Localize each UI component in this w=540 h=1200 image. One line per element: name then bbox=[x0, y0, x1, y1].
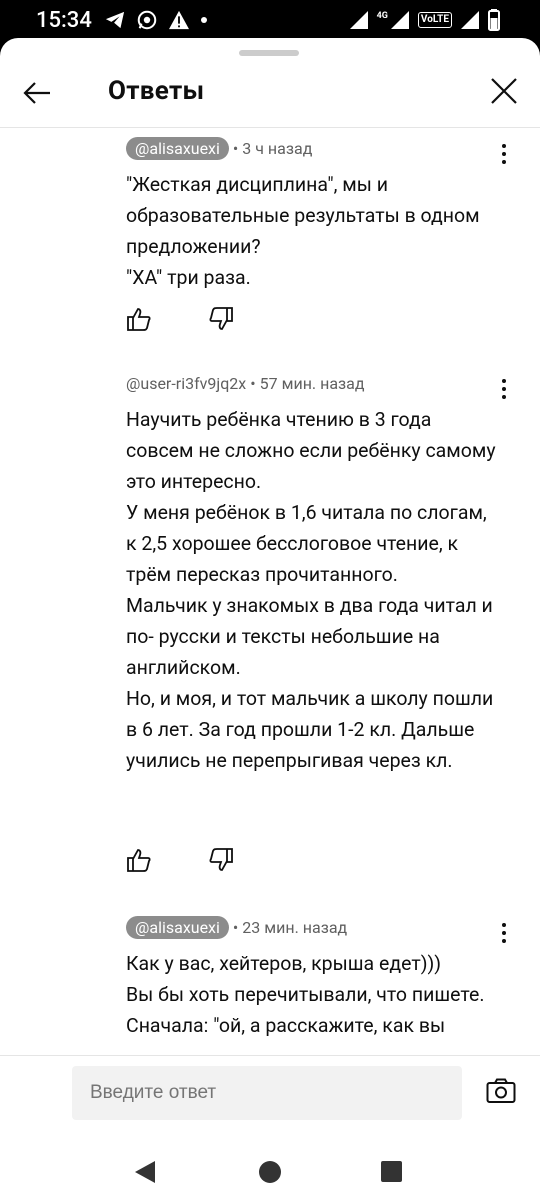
back-arrow-icon[interactable] bbox=[22, 78, 52, 108]
telegram-icon bbox=[105, 11, 125, 29]
reply-input[interactable] bbox=[72, 1066, 462, 1120]
comment-time: 57 мин. назад bbox=[259, 373, 365, 393]
like-icon[interactable] bbox=[126, 306, 152, 332]
header-divider bbox=[0, 127, 540, 128]
author-name[interactable]: @alisaxuexi bbox=[126, 136, 229, 160]
comment-time: 3 ч назад bbox=[242, 138, 313, 158]
replies-sheet: Ответы @alisaxuexi • 3 ч назад "Жесткая … bbox=[0, 38, 540, 1200]
status-bar: 15:34 4G VoLTE bbox=[0, 0, 540, 40]
nav-recents-icon[interactable] bbox=[381, 1161, 402, 1182]
comment-text: "Жесткая дисциплина", мы и образовательн… bbox=[126, 173, 480, 289]
comment-meta: @user-ri3fv9jq2x • 57 мин. назад bbox=[126, 371, 516, 395]
page-title: Ответы bbox=[108, 76, 205, 106]
more-options-icon[interactable] bbox=[502, 379, 506, 403]
nav-back-icon[interactable] bbox=[134, 1160, 156, 1184]
reply-bar bbox=[0, 1055, 540, 1146]
comment-text: Научить ребёнка чтению в 3 года совсем н… bbox=[126, 408, 496, 772]
dot-icon bbox=[201, 17, 207, 23]
sheet-header: Ответы bbox=[0, 56, 540, 128]
signal-icon bbox=[349, 11, 368, 29]
meta-separator: • bbox=[232, 917, 239, 937]
author-name[interactable]: @user-ri3fv9jq2x bbox=[126, 374, 246, 393]
author-name[interactable]: @alisaxuexi bbox=[126, 915, 229, 939]
like-icon[interactable] bbox=[126, 847, 152, 873]
meta-separator: • bbox=[232, 138, 239, 158]
more-options-icon[interactable] bbox=[502, 144, 506, 168]
system-icons: 4G VoLTE bbox=[349, 9, 500, 31]
battery-icon bbox=[488, 9, 500, 31]
comment-item: @user-ri3fv9jq2x • 57 мин. назад Научить… bbox=[126, 371, 516, 872]
signal-icon-2 bbox=[390, 11, 409, 29]
comment-item: @alisaxuexi • 23 мин. назад Как у вас, х… bbox=[126, 915, 516, 1041]
status-time: 15:34 bbox=[36, 8, 92, 33]
comment-actions bbox=[126, 847, 234, 873]
warning-icon bbox=[169, 10, 189, 30]
camera-icon[interactable] bbox=[486, 1078, 516, 1104]
notification-icons bbox=[104, 9, 208, 31]
nav-home-icon[interactable] bbox=[259, 1161, 281, 1183]
volte-badge: VoLTE bbox=[417, 12, 452, 28]
comment-meta: @alisaxuexi • 3 ч назад bbox=[126, 136, 516, 160]
dislike-icon[interactable] bbox=[208, 306, 234, 332]
comment-actions bbox=[126, 306, 234, 332]
dislike-icon[interactable] bbox=[208, 847, 234, 873]
whatsapp-icon bbox=[137, 10, 157, 30]
close-icon[interactable] bbox=[489, 76, 519, 106]
meta-separator: • bbox=[250, 373, 256, 393]
more-options-icon[interactable] bbox=[502, 923, 506, 947]
system-nav-bar bbox=[0, 1145, 540, 1200]
comment-text: Как у вас, хейтеров, крыша едет))) Вы бы… bbox=[126, 952, 485, 1037]
signal-icon-3 bbox=[461, 11, 479, 29]
comment-time: 23 мин. назад bbox=[242, 917, 348, 937]
comment-meta: @alisaxuexi • 23 мин. назад bbox=[126, 915, 516, 939]
network-type: 4G bbox=[376, 11, 388, 21]
comment-item: @alisaxuexi • 3 ч назад "Жесткая дисципл… bbox=[126, 136, 516, 331]
